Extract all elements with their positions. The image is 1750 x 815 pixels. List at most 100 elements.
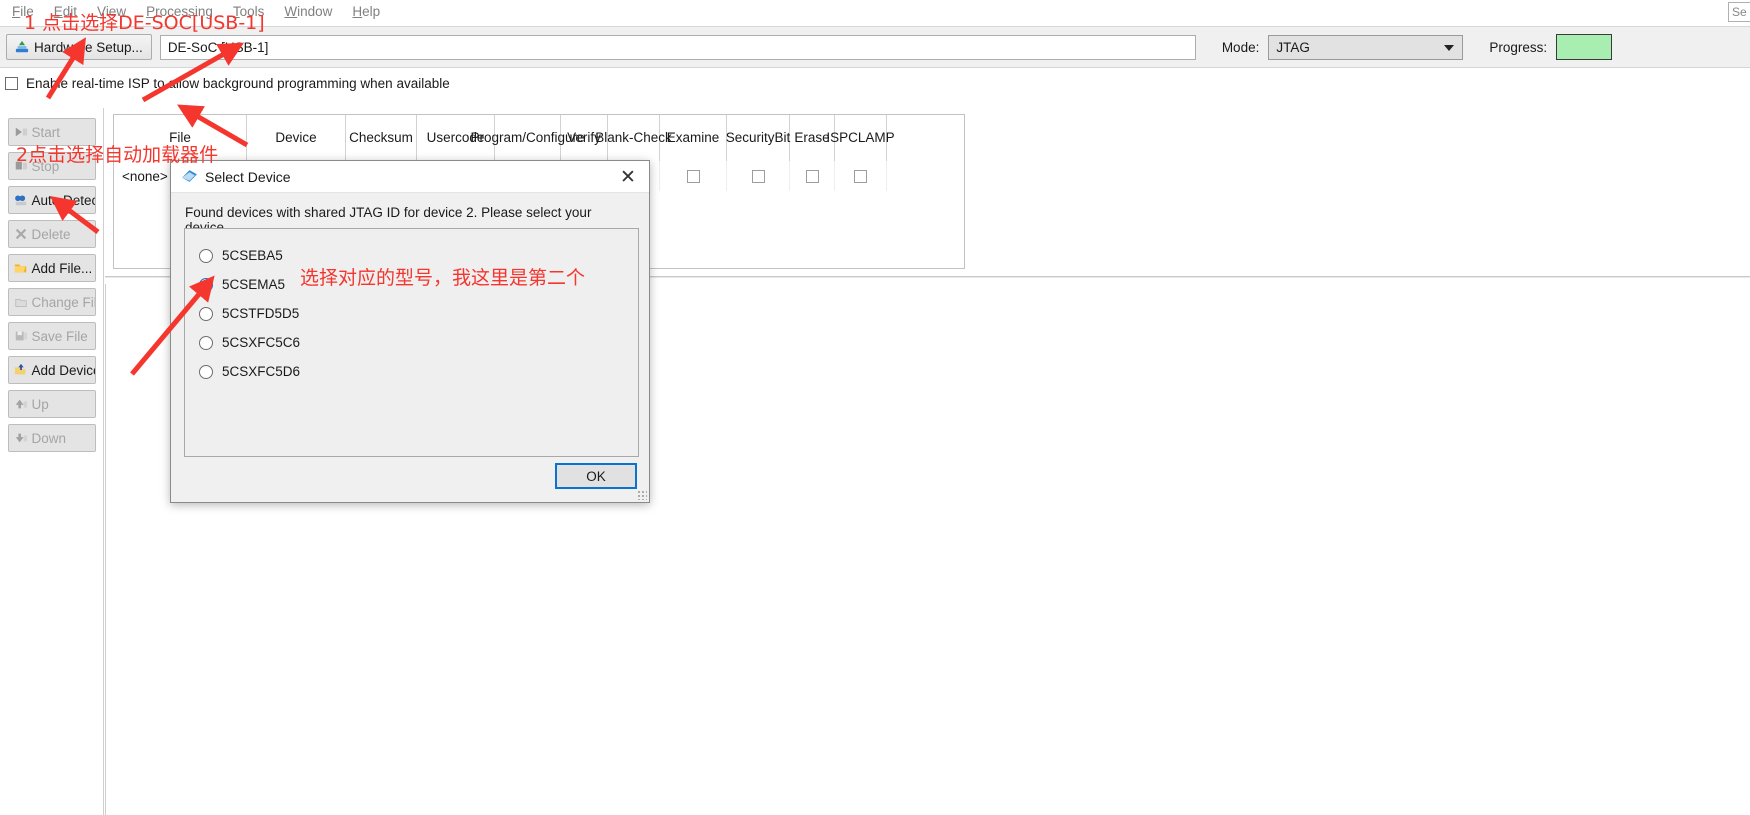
- sidebar-button-delete: Delete: [7, 220, 96, 248]
- chevron-down-icon: [1444, 45, 1455, 51]
- menu-item-processing[interactable]: Processing: [136, 2, 223, 21]
- radio-5csxfc5d6[interactable]: [199, 364, 213, 379]
- add-file-icon: [14, 264, 26, 273]
- radio-5csxfc5c6[interactable]: [199, 335, 213, 350]
- device-option-label: 5CSTFD5D5: [222, 306, 300, 321]
- column-header-checksum[interactable]: Checksum: [346, 115, 417, 161]
- delete-icon: [15, 228, 26, 240]
- column-header-line: Checksum: [349, 130, 413, 146]
- sidebar-button-label: Add Device: [31, 362, 96, 378]
- device-option-label: 5CSEMA5: [222, 277, 286, 292]
- up-arrow-icon: [15, 399, 27, 409]
- sidebar-button-label: Up: [31, 396, 49, 412]
- sidebar-button-label: Auto Detec: [31, 192, 96, 208]
- cell-erase[interactable]: [790, 161, 835, 191]
- column-header-security-bit[interactable]: Security Bit: [725, 115, 791, 161]
- sidebar-button-stop: Stop: [7, 152, 96, 180]
- menu-item-window[interactable]: Window: [274, 2, 342, 21]
- sidebar-button-label: Add File...: [31, 260, 93, 276]
- progress-label: Progress:: [1489, 39, 1548, 55]
- column-header-program-configure[interactable]: Program/Configure: [470, 115, 585, 161]
- menu-item-tools[interactable]: Tools: [223, 2, 275, 21]
- dialog-title: Select Device: [205, 168, 291, 185]
- mode-value: JTAG: [1276, 39, 1310, 55]
- checkbox-security-bit[interactable]: [751, 169, 765, 183]
- panel-left-rule: [105, 284, 106, 815]
- ok-button[interactable]: OK: [555, 463, 637, 489]
- column-header-line: Program/: [470, 130, 526, 146]
- menu-item-edit[interactable]: Edit: [44, 2, 87, 21]
- column-header-line: Blank-: [595, 130, 634, 146]
- action-sidebar: Start Stop Auto Detec Delete Add File... Chan…: [0, 108, 104, 815]
- column-header-line: Examine: [666, 130, 720, 146]
- add-device-icon: [14, 363, 25, 375]
- resize-grip[interactable]: [637, 490, 647, 500]
- mode-label: Mode:: [1221, 39, 1260, 55]
- column-header-isp-clamp[interactable]: ISP CLAMP: [826, 115, 895, 161]
- sidebar-button-start: Start: [7, 118, 96, 146]
- hardware-setup-label: Hardware Setup...: [34, 39, 143, 55]
- device-option-5cseba5[interactable]: 5CSEBA5: [199, 241, 638, 270]
- menu-item-file[interactable]: File: [2, 2, 44, 21]
- column-header-device[interactable]: Device: [247, 115, 346, 161]
- column-header-line: Bit: [774, 130, 791, 146]
- search-box[interactable]: Se: [1728, 2, 1750, 22]
- column-header-line: CLAMP: [848, 130, 895, 146]
- radio-5cstfd5d5[interactable]: [199, 306, 213, 321]
- sidebar-button-auto-detec[interactable]: Auto Detec: [7, 186, 96, 214]
- sidebar-button-up: Up: [7, 390, 96, 418]
- table-header-row: File Device Checksum Usercode Program/Config…: [114, 115, 964, 161]
- cell-security-bit[interactable]: [727, 161, 790, 191]
- column-header-line: Security: [725, 130, 775, 146]
- sidebar-button-add-device[interactable]: Add Device: [7, 356, 96, 384]
- dialog-title-bar[interactable]: Select Device ✕: [171, 161, 649, 193]
- progress-bar: [1556, 34, 1613, 60]
- stop-icon: [15, 161, 27, 170]
- change-file-icon: [14, 298, 27, 307]
- close-icon[interactable]: ✕: [611, 165, 645, 189]
- sidebar-button-label: Start: [31, 124, 61, 140]
- dialog-footer: OK: [171, 457, 649, 502]
- device-option-label: 5CSXFC5D6: [222, 364, 301, 379]
- cell-examine[interactable]: [660, 161, 727, 191]
- device-option-label: 5CSEBA5: [222, 248, 283, 263]
- sidebar-button-add-file[interactable]: Add File...: [7, 254, 96, 282]
- hardware-setup-button[interactable]: Hardware Setup...: [6, 34, 152, 60]
- menu-item-view[interactable]: View: [87, 2, 136, 21]
- toolbar: Hardware Setup... DE-SoC [USB-1] Mode: J…: [0, 26, 1750, 68]
- sidebar-button-label: Delete: [31, 226, 71, 242]
- column-header-line: Erase: [794, 130, 830, 146]
- device-option-5cstfd5d5[interactable]: 5CSTFD5D5: [199, 299, 638, 328]
- checkbox-isp-clamp[interactable]: [854, 169, 867, 183]
- column-header-examine[interactable]: Examine: [660, 115, 727, 161]
- radio-5cseba5[interactable]: [199, 248, 213, 263]
- device-option-5csxfc5d6[interactable]: 5CSXFC5D6: [199, 357, 638, 386]
- auto-detect-icon: [14, 195, 26, 206]
- column-header-line: File: [169, 130, 191, 146]
- device-options-list: 5CSEBA5 5CSEMA5 5CSTFD5D5 5CSXFC5C6 5CSXFC5D…: [184, 228, 639, 457]
- hardware-value-field[interactable]: DE-SoC [USB-1]: [159, 34, 1196, 60]
- programmer-icon: [15, 40, 29, 53]
- select-device-icon: [182, 170, 197, 182]
- enable-realtime-isp-label: Enable real-time ISP to allow background…: [26, 75, 450, 91]
- cell-isp-clamp[interactable]: [835, 161, 887, 191]
- column-header-blank-check[interactable]: Blank- Check: [595, 115, 672, 161]
- column-header-line: ISP: [826, 130, 849, 146]
- sidebar-button-down: Down: [7, 424, 96, 452]
- sidebar-button-change-file: Change File: [7, 288, 96, 316]
- checkbox-erase[interactable]: [805, 169, 819, 183]
- radio-5csema5[interactable]: [199, 277, 213, 292]
- mode-dropdown[interactable]: JTAG: [1268, 34, 1464, 60]
- start-icon: [15, 127, 27, 137]
- menu-bar: File Edit View Processing Tools Window H…: [0, 0, 1750, 22]
- device-option-label: 5CSXFC5C6: [222, 335, 301, 350]
- sidebar-button-save-file: Save File: [7, 322, 96, 350]
- menu-item-help[interactable]: Help: [342, 2, 390, 21]
- checkbox-examine[interactable]: [686, 169, 700, 183]
- device-option-5csxfc5c6[interactable]: 5CSXFC5C6: [199, 328, 638, 357]
- sidebar-button-label: Change File: [31, 294, 95, 310]
- column-header-file[interactable]: File: [114, 115, 247, 161]
- device-option-5csema5[interactable]: 5CSEMA5: [199, 270, 638, 299]
- sidebar-button-label: Down: [31, 430, 67, 446]
- enable-realtime-isp-checkbox[interactable]: [5, 76, 18, 90]
